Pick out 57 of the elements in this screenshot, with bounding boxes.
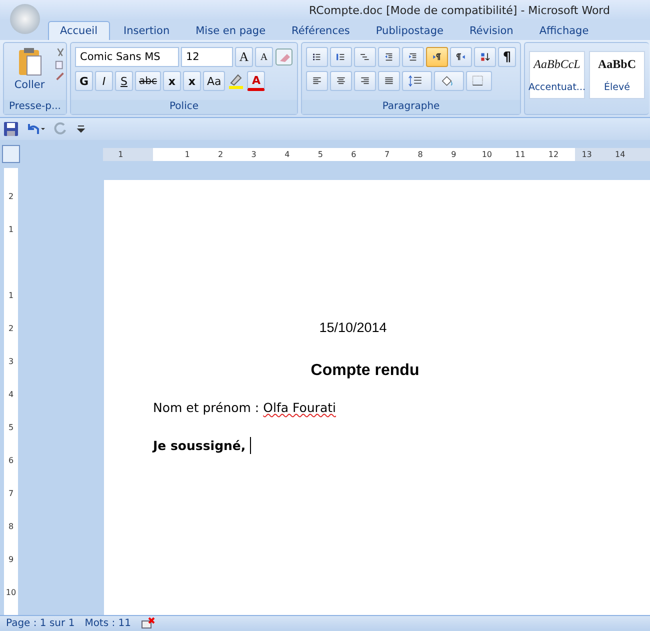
tab-stop-button[interactable] (2, 145, 20, 163)
align-right-icon[interactable] (354, 71, 376, 91)
right-to-left-icon[interactable] (450, 47, 472, 67)
field-label: Nom et prénom : (153, 400, 260, 415)
superscript-button[interactable]: x (182, 71, 201, 91)
ribbon-tab[interactable]: Insertion (112, 21, 182, 40)
font-color-button[interactable]: A (247, 71, 266, 91)
ribbon-tab[interactable]: Affichage (527, 21, 601, 40)
paint-bucket-icon[interactable] (434, 71, 464, 91)
name-value: Olfa Fourati (263, 400, 336, 415)
page-count[interactable]: Page : 1 sur 1 (6, 618, 75, 628)
clipboard-icon (18, 47, 42, 77)
date-text: 15/10/2014 (318, 320, 388, 335)
group-label: Presse-p... (4, 100, 66, 114)
bold-button[interactable]: G (75, 71, 93, 91)
line-spacing-icon[interactable] (402, 71, 432, 91)
highlighter-icon[interactable] (227, 72, 246, 90)
align-left-icon[interactable] (306, 71, 328, 91)
align-center-icon[interactable] (330, 71, 352, 91)
save-icon[interactable] (4, 122, 18, 136)
strikethrough-button[interactable]: abc (135, 71, 161, 91)
group-label: Paragraphe (302, 100, 520, 114)
group-label: Police (71, 100, 297, 114)
numbered-list-icon[interactable] (330, 47, 352, 67)
horizontal-ruler: 1 1 2 3 4 5 6 7 8 9 10 11 12 13 14 (103, 148, 650, 161)
vertical-ruler: 2 1 1 2 3 4 5 6 7 8 9 10 (4, 168, 18, 615)
style-option[interactable]: AaBbC Élevé (589, 51, 645, 99)
ribbon-tab[interactable]: Références (280, 21, 362, 40)
font-name-field[interactable]: Comic Sans MS (75, 47, 179, 67)
customize-icon[interactable] (76, 124, 86, 134)
ribbon-tab[interactable]: Mise en page (184, 21, 278, 40)
multilevel-list-icon[interactable] (354, 47, 376, 67)
undo-icon[interactable] (26, 122, 46, 136)
grow-font-button[interactable]: A (235, 47, 253, 67)
italic-button[interactable]: I (95, 71, 113, 91)
shrink-font-button[interactable]: A (255, 47, 273, 67)
font-size-field[interactable]: 12 (181, 47, 233, 67)
bullet-list-icon[interactable] (306, 47, 328, 67)
window-title: RCompte.doc [Mode de compatibilité] - Microsoft Word (309, 4, 610, 16)
ribbon-tab[interactable]: Révision (457, 21, 526, 40)
word-count[interactable]: Mots : 11 (84, 618, 132, 628)
outdent-icon[interactable] (378, 47, 400, 67)
paste-button[interactable]: Coller (4, 45, 56, 100)
underline-button[interactable]: S (115, 71, 133, 91)
subscript-button[interactable]: x (162, 71, 181, 91)
change-case-button[interactable]: Aa (202, 71, 226, 91)
justify-icon[interactable] (378, 71, 400, 91)
sort-icon[interactable] (474, 47, 496, 67)
indent-icon[interactable] (402, 47, 424, 67)
spelling-error-icon[interactable] (141, 617, 156, 629)
ribbon-tab[interactable]: Publipostage (364, 21, 456, 40)
body-text: Je soussigné, (153, 438, 246, 453)
left-to-right-icon[interactable] (426, 47, 448, 67)
show-marks-button[interactable]: ¶ (498, 47, 516, 67)
document-title: Compte rendu (310, 362, 420, 380)
ribbon-tab[interactable]: Accueil (48, 21, 110, 40)
style-option[interactable]: AaBbCcL Accentuat... (529, 51, 585, 99)
